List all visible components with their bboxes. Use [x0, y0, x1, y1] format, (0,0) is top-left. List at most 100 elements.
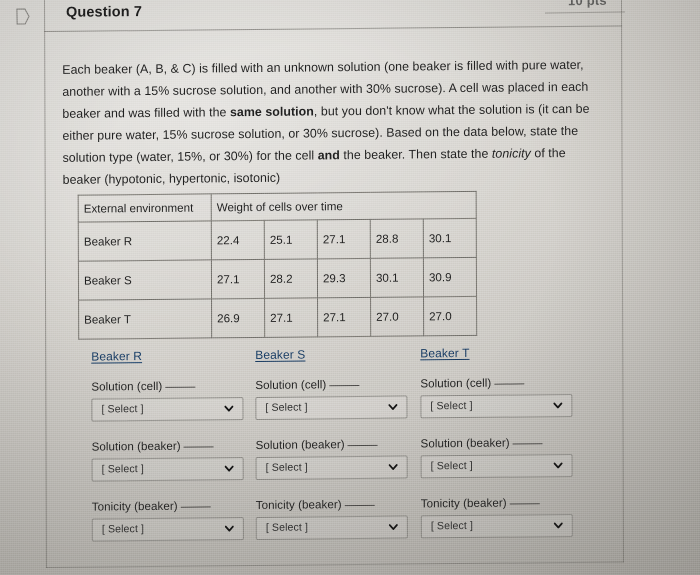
chevron-down-icon [388, 464, 398, 471]
select-solution-beaker-t[interactable]: [ Select ] [420, 453, 573, 479]
table-cell-r-5: 30.1 [423, 218, 477, 258]
table-cell-s-4: 30.1 [370, 257, 424, 298]
field-tonicity-beaker-r: Tonicity (beaker) [ Select ] [92, 497, 272, 542]
field-solution-cell-s: Solution (cell) [ Select ] [255, 375, 435, 420]
field-tonicity-beaker-s: Tonicity (beaker) [ Select ] [256, 495, 436, 540]
select-solution-cell-t[interactable]: [ Select ] [420, 393, 573, 419]
field-solution-beaker-s: Solution (beaker) [ Select ] [256, 435, 436, 480]
select-value: [ Select ] [101, 403, 144, 416]
field-tonicity-beaker-t: Tonicity (beaker) [ Select ] [421, 494, 601, 539]
prompt-part-3: the beaker. Then state the [339, 146, 492, 162]
select-value: [ Select ] [430, 519, 474, 533]
chevron-down-icon [224, 465, 234, 472]
answer-blank [512, 434, 543, 445]
answer-column-beaker-t: Beaker T Solution (cell) [ Select ] Solu… [420, 345, 601, 556]
answer-blank [344, 495, 375, 507]
select-tonicity-beaker-r[interactable]: [ Select ] [91, 517, 244, 542]
label-text: Tonicity (beaker) [255, 498, 342, 512]
table-row: Beaker T 26.9 27.1 27.1 27.0 27.0 [78, 296, 477, 340]
label-text: Solution (cell) [255, 378, 327, 392]
field-solution-beaker-t: Solution (beaker) [ Select ] [421, 434, 601, 479]
select-solution-cell-s[interactable]: [ Select ] [255, 395, 408, 420]
select-value: [ Select ] [265, 461, 308, 474]
select-tonicity-beaker-s[interactable]: [ Select ] [255, 515, 408, 540]
table-cell-t-4: 27.0 [370, 296, 424, 337]
label-tonicity-beaker-r: Tonicity (beaker) [92, 497, 272, 514]
table-cell-t-3: 27.1 [317, 297, 371, 337]
answer-column-title-t: Beaker T [420, 345, 470, 361]
label-solution-beaker-s: Solution (beaker) [256, 435, 436, 452]
prompt-italic-tonicity: tonicity [491, 146, 531, 161]
table-row: Beaker S 27.1 28.2 29.3 30.1 30.9 [78, 257, 477, 301]
answer-blank [165, 377, 196, 388]
select-tonicity-beaker-t[interactable]: [ Select ] [420, 513, 573, 539]
chevron-down-icon [224, 405, 234, 412]
select-value: [ Select ] [265, 521, 309, 534]
label-solution-cell-s: Solution (cell) [255, 375, 435, 392]
table-cell-r-4: 28.8 [370, 218, 424, 259]
answer-blank [509, 494, 540, 505]
answer-column-title-s: Beaker S [255, 347, 306, 362]
label-solution-beaker-r: Solution (beaker) [92, 437, 272, 454]
label-solution-cell-r: Solution (cell) [91, 377, 271, 394]
label-solution-cell-t: Solution (cell) [420, 374, 600, 391]
field-solution-cell-t: Solution (cell) [ Select ] [420, 374, 600, 419]
field-solution-cell-r: Solution (cell) [ Select ] [91, 377, 271, 422]
answer-blank [494, 374, 525, 385]
table-cell-s-3: 29.3 [317, 258, 371, 298]
label-tonicity-beaker-s: Tonicity (beaker) [256, 495, 436, 512]
answer-blank [183, 437, 214, 448]
select-value: [ Select ] [430, 399, 473, 413]
table-cell-t-2: 27.1 [264, 297, 318, 338]
select-solution-cell-r[interactable]: [ Select ] [91, 397, 244, 422]
question-prompt: Each beaker (A, B, & C) is filled with a… [62, 55, 600, 192]
chevron-down-icon [388, 404, 398, 411]
label-text: Solution (beaker) [91, 439, 181, 454]
select-solution-beaker-r[interactable]: [ Select ] [91, 457, 244, 482]
weight-data-table: External environment Weight of cells ove… [78, 191, 477, 340]
table-row: Beaker R 22.4 25.1 27.1 28.8 30.1 [78, 218, 477, 262]
label-text: Solution (beaker) [255, 438, 345, 452]
label-text: Tonicity (beaker) [91, 499, 178, 514]
answer-column-beaker-r: Beaker R Solution (cell) [ Select ] Solu… [91, 348, 272, 559]
label-text: Tonicity (beaker) [420, 496, 507, 511]
label-solution-beaker-t: Solution (beaker) [420, 434, 601, 451]
answer-columns: Beaker R Solution (cell) [ Select ] Solu… [45, 344, 623, 542]
table-cell-s-2: 28.2 [264, 258, 318, 299]
table-row-label-t: Beaker T [78, 298, 212, 340]
prompt-bold-and: and [317, 147, 340, 163]
table-header-environment: External environment [78, 193, 212, 223]
question-body: Each beaker (A, B, & C) is filled with a… [44, 26, 624, 568]
select-value: [ Select ] [101, 523, 145, 536]
table-header-weight: Weight of cells over time [211, 191, 477, 221]
select-value: [ Select ] [430, 459, 473, 473]
table-cell-t-1: 26.9 [211, 298, 265, 338]
question-card: Question 7 Each beaker (A, B, & C) is fi… [44, 0, 624, 569]
table-cell-s-5: 30.9 [423, 257, 477, 297]
label-tonicity-beaker-t: Tonicity (beaker) [420, 494, 601, 511]
prompt-bold-same-solution: same solution [229, 104, 314, 120]
answer-blank [329, 375, 360, 387]
chevron-down-icon [553, 462, 563, 469]
table-cell-t-5: 27.0 [423, 296, 477, 336]
answer-column-beaker-s: Beaker S Solution (cell) [ Select ] Solu… [255, 346, 436, 557]
chevron-down-icon [388, 524, 398, 531]
answer-blank [180, 497, 211, 508]
table-row-label-s: Beaker S [78, 259, 212, 301]
select-solution-beaker-s[interactable]: [ Select ] [255, 455, 408, 480]
label-text: Solution (cell) [91, 379, 163, 394]
table-cell-s-1: 27.1 [211, 259, 265, 299]
chevron-down-icon [224, 525, 234, 532]
chevron-down-icon [553, 522, 563, 529]
select-value: [ Select ] [101, 463, 144, 476]
table-header-row: External environment Weight of cells ove… [78, 191, 477, 223]
label-text: Solution (beaker) [420, 436, 510, 451]
table-cell-r-1: 22.4 [211, 220, 265, 260]
chevron-down-icon [553, 402, 563, 409]
table-row-label-r: Beaker R [78, 220, 212, 262]
select-value: [ Select ] [265, 401, 308, 414]
label-text: Solution (cell) [420, 376, 492, 391]
question-title: Question 7 [66, 4, 143, 21]
table-cell-r-2: 25.1 [264, 219, 318, 260]
flag-outline-icon[interactable] [16, 8, 30, 25]
